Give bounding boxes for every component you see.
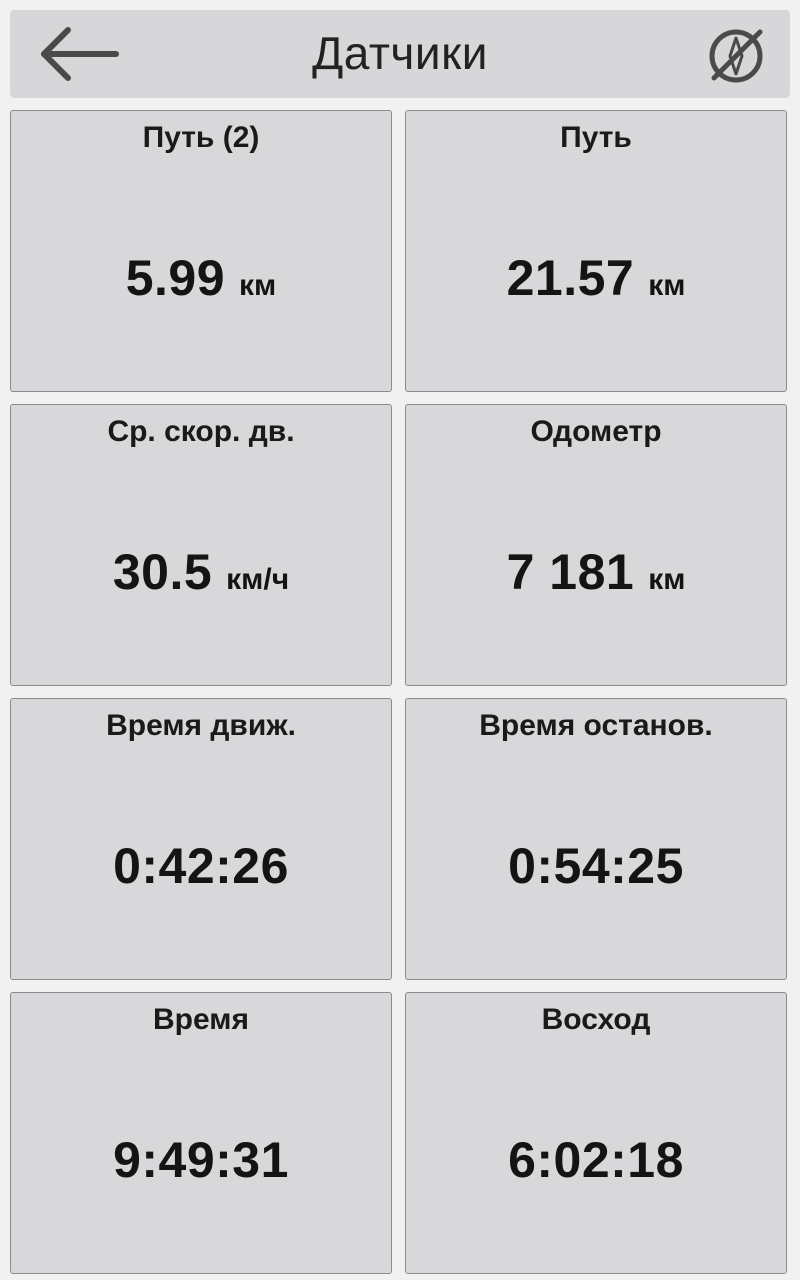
sensor-unit: км bbox=[239, 269, 277, 302]
sensor-label: Одометр bbox=[530, 415, 662, 448]
compass-off-icon bbox=[709, 29, 763, 83]
sensor-reading: 9:49:31 bbox=[11, 1131, 391, 1189]
page-title: Датчики bbox=[312, 27, 488, 79]
sensor-tile-odometer[interactable]: Одометр 7 181 км bbox=[405, 404, 787, 686]
sensor-unit: км bbox=[648, 563, 686, 596]
sensor-label: Восход bbox=[541, 1003, 651, 1036]
sensor-reading: 21.57 км bbox=[406, 249, 786, 307]
sensor-reading: 0:54:25 bbox=[406, 837, 786, 895]
sensor-reading: 6:02:18 bbox=[406, 1131, 786, 1189]
sensor-value: 0:42:26 bbox=[113, 838, 289, 894]
sensor-label: Время останов. bbox=[479, 709, 713, 742]
sensor-tile-stopped-time[interactable]: Время останов. 0:54:25 bbox=[405, 698, 787, 980]
compass-button[interactable] bbox=[706, 26, 766, 86]
sensor-tile-track-2[interactable]: Путь (2) 5.99 км bbox=[10, 110, 392, 392]
sensor-value: 21.57 bbox=[506, 250, 635, 306]
sensor-label: Время движ. bbox=[106, 709, 296, 742]
sensor-label: Путь bbox=[560, 121, 632, 154]
top-bar: Датчики bbox=[10, 10, 790, 98]
sensor-value: 6:02:18 bbox=[508, 1132, 684, 1188]
sensor-tile-moving-time[interactable]: Время движ. 0:42:26 bbox=[10, 698, 392, 980]
sensor-label: Путь (2) bbox=[142, 121, 260, 154]
sensor-value: 30.5 bbox=[112, 544, 213, 600]
sensor-value: 7 181 bbox=[506, 544, 635, 600]
sensor-tile-time[interactable]: Время 9:49:31 bbox=[10, 992, 392, 1274]
sensor-reading: 7 181 км bbox=[406, 543, 786, 601]
sensor-tile-sunrise[interactable]: Восход 6:02:18 bbox=[405, 992, 787, 1274]
sensor-reading: 0:42:26 bbox=[11, 837, 391, 895]
sensor-unit: км/ч bbox=[226, 563, 290, 596]
sensor-unit: км bbox=[648, 269, 686, 302]
sensor-value: 0:54:25 bbox=[508, 838, 684, 894]
sensor-label: Время bbox=[153, 1003, 249, 1036]
sensor-value: 5.99 bbox=[125, 250, 226, 306]
sensor-reading: 30.5 км/ч bbox=[11, 543, 391, 601]
sensor-tile-avg-moving-speed[interactable]: Ср. скор. дв. 30.5 км/ч bbox=[10, 404, 392, 686]
sensor-label: Ср. скор. дв. bbox=[107, 415, 295, 448]
sensor-reading: 5.99 км bbox=[11, 249, 391, 307]
sensor-tile-track[interactable]: Путь 21.57 км bbox=[405, 110, 787, 392]
sensor-value: 9:49:31 bbox=[113, 1132, 289, 1188]
